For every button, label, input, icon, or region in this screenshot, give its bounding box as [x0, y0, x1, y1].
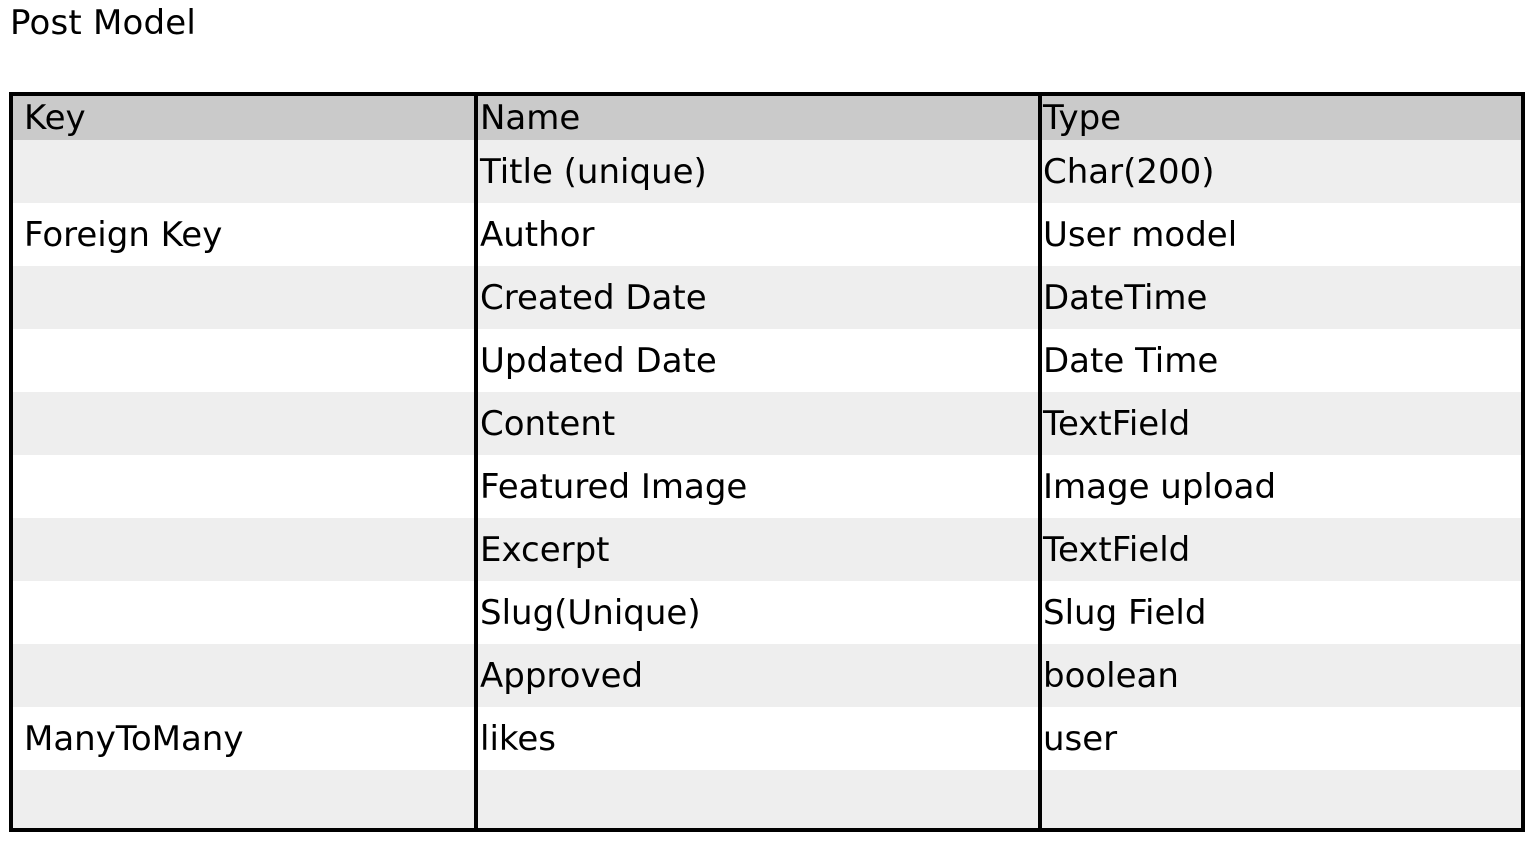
type-cell: boolean [1043, 655, 1179, 696]
table-row: Approved boolean [13, 644, 1521, 707]
table-row [13, 770, 1521, 828]
name-cell: Approved [480, 655, 644, 696]
key-cell: Foreign Key [24, 214, 223, 255]
table-row: Excerpt TextField [13, 518, 1521, 581]
table-row: Foreign Key Author User model [13, 203, 1521, 266]
table-row: Slug(Unique) Slug Field [13, 581, 1521, 644]
header-type: Type [1043, 98, 1122, 138]
header-name: Name [480, 98, 581, 138]
type-cell: User model [1043, 214, 1238, 255]
type-cell: Char(200) [1043, 151, 1215, 192]
column-divider [1038, 96, 1042, 828]
table-row: Created Date DateTime [13, 266, 1521, 329]
name-cell: Featured Image [480, 466, 748, 507]
key-cell: ManyToMany [24, 718, 244, 759]
table-row: Updated Date Date Time [13, 329, 1521, 392]
name-cell: Title (unique) [480, 151, 707, 192]
type-cell: DateTime [1043, 277, 1208, 318]
type-cell: user [1043, 718, 1118, 759]
table-row: Title (unique) Char(200) [13, 140, 1521, 203]
name-cell: Author [480, 214, 595, 255]
type-cell: Image upload [1043, 466, 1277, 507]
name-cell: Slug(Unique) [480, 592, 701, 633]
name-cell: Updated Date [480, 340, 717, 381]
post-model-table: Key Name Type Title (unique) Char(200) F… [9, 92, 1525, 832]
type-cell: Date Time [1043, 340, 1219, 381]
page-title: Post Model [10, 3, 197, 43]
type-cell: Slug Field [1043, 592, 1207, 633]
header-key: Key [24, 98, 86, 138]
column-divider [474, 96, 478, 828]
table-row: ManyToMany likes user [13, 707, 1521, 770]
table-row: Content TextField [13, 392, 1521, 455]
name-cell: Created Date [480, 277, 707, 318]
name-cell: likes [480, 718, 557, 759]
table-row: Featured Image Image upload [13, 455, 1521, 518]
type-cell: TextField [1043, 403, 1191, 444]
type-cell: TextField [1043, 529, 1191, 570]
table-header-row: Key Name Type [13, 96, 1521, 140]
name-cell: Excerpt [480, 529, 610, 570]
name-cell: Content [480, 403, 616, 444]
